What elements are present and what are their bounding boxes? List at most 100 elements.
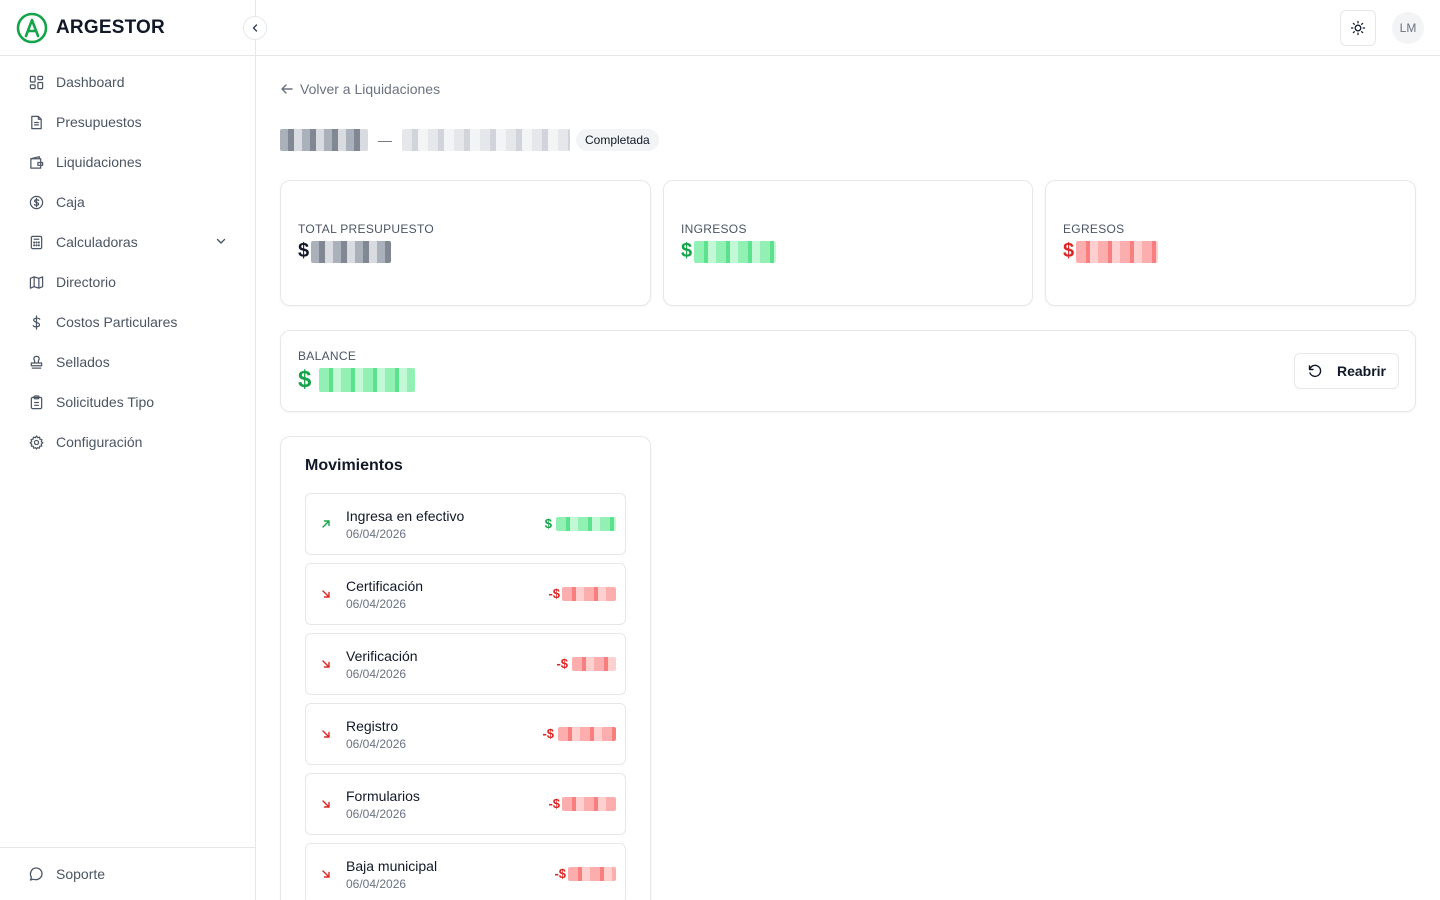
movement-name: Formularios [346, 788, 420, 804]
list-item[interactable]: Registro 06/04/2026 -$ [305, 703, 626, 765]
stat-value: $ [298, 240, 392, 263]
arrow-down-right-icon [320, 798, 332, 810]
egresos-card: EGRESOS $ [1045, 180, 1416, 306]
redacted-amount [562, 796, 616, 811]
sidebar-item-label: Liquidaciones [56, 154, 142, 170]
movement-amount: -$ [542, 726, 616, 741]
sidebar: ARGESTOR Dashboard Presupuestos Liquidac… [0, 0, 267, 900]
sidebar-item-label: Sellados [56, 354, 110, 370]
amount-prefix: $ [544, 516, 552, 531]
movement-date: 06/04/2026 [346, 667, 407, 681]
topbar: LM [256, 0, 1440, 56]
movimientos-card: Movimientos Ingresa en efectivo 06/04/20… [280, 436, 651, 900]
clipboard-icon [28, 394, 44, 410]
reopen-button[interactable]: Reabrir [1293, 353, 1399, 389]
list-item[interactable]: Certificación 06/04/2026 -$ [305, 563, 626, 625]
balance-value: $ [298, 366, 416, 394]
dollar-circle-icon [28, 194, 44, 210]
calculator-icon [28, 234, 44, 250]
back-link-label: Volver a Liquidaciones [300, 81, 441, 97]
sidebar-item-sellados[interactable]: Sellados [0, 342, 255, 382]
chevron-down-icon[interactable] [215, 234, 227, 250]
list-item[interactable]: Ingresa en efectivo 06/04/2026 $ [305, 493, 626, 555]
list-item[interactable]: Baja municipal 06/04/2026 -$ [305, 843, 626, 900]
sidebar-nav: Dashboard Presupuestos Liquidaciones Caj… [0, 56, 255, 462]
redacted-amount [556, 516, 616, 531]
stat-value: $ [681, 240, 777, 263]
movement-date: 06/04/2026 [346, 597, 407, 611]
sidebar-item-liquidaciones[interactable]: Liquidaciones [0, 142, 255, 182]
balance-card: BALANCE $ Reabrir [280, 330, 1416, 412]
redacted-amount [558, 726, 616, 741]
movement-amount: -$ [556, 656, 616, 671]
movement-amount: $ [545, 516, 616, 531]
status-badge: Completada [576, 129, 659, 151]
movement-name: Ingresa en efectivo [346, 508, 465, 524]
currency-symbol: $ [298, 240, 310, 262]
movement-date: 06/04/2026 [346, 807, 407, 821]
page-title: — Completada [280, 128, 659, 152]
theme-toggle-button[interactable] [1340, 10, 1376, 46]
sidebar-item-directorio[interactable]: Directorio [0, 262, 255, 302]
redacted-amount [1076, 240, 1159, 263]
sidebar-item-calculadoras[interactable]: Calculadoras [0, 222, 255, 262]
avatar[interactable]: LM [1392, 12, 1424, 44]
brand-name: ARGESTOR [56, 16, 165, 38]
sidebar-item-label: Presupuestos [56, 114, 142, 130]
redacted-amount [694, 240, 777, 263]
movement-name: Verificación [346, 648, 418, 664]
stamp-icon [28, 354, 44, 370]
stat-label: TOTAL PRESUPUESTO [298, 222, 435, 236]
sidebar-item-label: Caja [56, 194, 85, 210]
sidebar-item-label: Costos Particulares [56, 314, 178, 330]
gear-icon [28, 434, 44, 450]
dollar-icon [28, 314, 44, 330]
message-circle-icon [28, 866, 44, 882]
support-label: Soporte [56, 866, 106, 882]
movement-name: Baja municipal [346, 858, 438, 874]
redacted-amount [562, 586, 616, 601]
logo-icon [16, 12, 48, 43]
movement-date: 06/04/2026 [346, 527, 407, 541]
sidebar-item-costos-particulares[interactable]: Costos Particulares [0, 302, 255, 342]
amount-prefix: -$ [548, 796, 560, 811]
amount-prefix: -$ [542, 726, 554, 741]
movimientos-title: Movimientos [305, 457, 403, 474]
sidebar-item-label: Solicitudes Tipo [56, 394, 155, 410]
sidebar-item-configuracion[interactable]: Configuración [0, 422, 255, 462]
sidebar-item-label: Calculadoras [56, 234, 138, 250]
arrow-down-right-icon [320, 868, 332, 880]
arrow-down-right-icon [320, 728, 332, 740]
redacted-amount [311, 240, 392, 263]
file-text-icon [28, 114, 44, 130]
sidebar-item-caja[interactable]: Caja [0, 182, 255, 222]
balance-label: BALANCE [298, 349, 357, 363]
movement-amount: -$ [554, 866, 616, 881]
movement-name: Registro [346, 718, 399, 734]
support-link[interactable]: Soporte [0, 847, 255, 900]
stat-label: INGRESOS [681, 222, 747, 236]
amount-prefix: -$ [548, 586, 560, 601]
redacted-amount [572, 656, 616, 671]
ingresos-card: INGRESOS $ [663, 180, 1033, 306]
arrow-left-icon [280, 82, 294, 96]
list-item[interactable]: Formularios 06/04/2026 -$ [305, 773, 626, 835]
sidebar-item-label: Dashboard [56, 74, 125, 90]
currency-symbol: $ [298, 366, 312, 393]
redacted-amount [319, 368, 416, 392]
sidebar-item-label: Configuración [56, 434, 143, 450]
map-icon [28, 274, 44, 290]
back-to-liquidaciones-link[interactable]: Volver a Liquidaciones [280, 81, 440, 97]
sidebar-item-solicitudes-tipo[interactable]: Solicitudes Tipo [0, 382, 255, 422]
brand: ARGESTOR [0, 0, 267, 56]
reopen-label: Reabrir [1336, 363, 1386, 379]
sidebar-item-presupuestos[interactable]: Presupuestos [0, 102, 255, 142]
movement-date: 06/04/2026 [346, 877, 407, 891]
movement-amount: -$ [548, 796, 616, 811]
arrow-up-right-icon [320, 518, 332, 530]
arrow-down-right-icon [320, 588, 332, 600]
stat-value: $ [1063, 240, 1159, 263]
wallet-icon [28, 154, 44, 170]
sidebar-item-dashboard[interactable]: Dashboard [0, 62, 255, 102]
list-item[interactable]: Verificación 06/04/2026 -$ [305, 633, 626, 695]
